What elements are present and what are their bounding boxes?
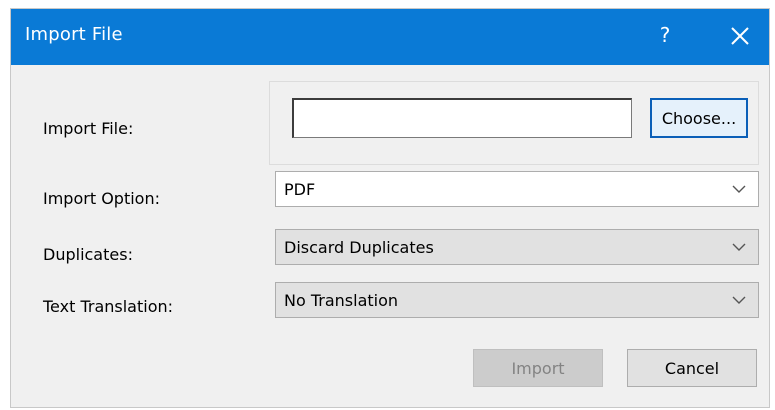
import-file-path-input[interactable] bbox=[292, 98, 632, 138]
help-button[interactable]: ? bbox=[651, 19, 679, 51]
import-file-label: Import File: bbox=[43, 119, 134, 138]
import-option-value: PDF bbox=[284, 180, 316, 199]
import-option-label: Import Option: bbox=[43, 189, 160, 208]
close-icon bbox=[731, 27, 749, 45]
duplicates-select[interactable]: Discard Duplicates bbox=[275, 229, 759, 265]
close-button[interactable] bbox=[723, 19, 757, 53]
import-option-select[interactable]: PDF bbox=[275, 171, 759, 207]
title-bar[interactable]: Import File ? bbox=[11, 9, 769, 65]
duplicates-label: Duplicates: bbox=[43, 245, 133, 264]
chevron-down-icon bbox=[732, 243, 746, 251]
import-button[interactable]: Import bbox=[473, 349, 603, 387]
chevron-down-icon bbox=[732, 185, 746, 193]
chevron-down-icon bbox=[732, 296, 746, 304]
text-translation-select[interactable]: No Translation bbox=[275, 282, 759, 318]
duplicates-value: Discard Duplicates bbox=[284, 238, 434, 257]
text-translation-value: No Translation bbox=[284, 291, 399, 310]
import-file-dialog: Import File ? Import File: Choose... Imp… bbox=[10, 8, 770, 408]
text-translation-label: Text Translation: bbox=[43, 297, 174, 316]
window-title: Import File bbox=[25, 24, 123, 45]
import-file-group: Choose... bbox=[269, 81, 759, 165]
cancel-button[interactable]: Cancel bbox=[627, 349, 757, 387]
choose-file-button[interactable]: Choose... bbox=[650, 98, 748, 138]
